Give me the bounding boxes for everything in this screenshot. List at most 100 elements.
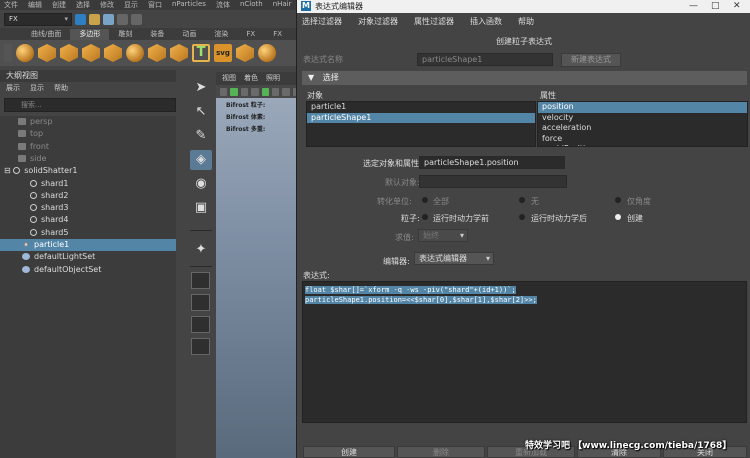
platonic-solid-icon[interactable] xyxy=(170,44,188,62)
outliner-menu-display[interactable]: 展示 xyxy=(6,82,20,95)
menu-attribute-filter[interactable]: 属性过滤器 xyxy=(414,14,454,29)
list-item[interactable]: force xyxy=(538,134,747,145)
editor-type-dropdown[interactable]: 表达式编辑器 xyxy=(414,252,494,265)
wireframe-icon[interactable] xyxy=(282,87,290,96)
poly-torus-icon[interactable] xyxy=(104,44,122,62)
maya-menu-item[interactable]: nHair xyxy=(273,0,292,10)
shelf-tab[interactable]: FX xyxy=(264,29,291,40)
outliner-item[interactable]: front xyxy=(0,141,176,153)
outliner-item[interactable]: shard5 xyxy=(0,227,176,239)
safe-title-icon[interactable] xyxy=(271,87,280,96)
creation-radio[interactable] xyxy=(615,214,621,220)
single-perspective-layout-icon[interactable] xyxy=(191,272,210,289)
new-expression-button[interactable]: 新建表达式 xyxy=(561,53,621,67)
outliner-item[interactable]: particle1 xyxy=(0,239,176,251)
expression-name-field[interactable]: particleShape1 xyxy=(417,53,553,66)
new-scene-icon[interactable] xyxy=(75,13,86,25)
outliner-menu-show[interactable]: 显示 xyxy=(30,82,44,95)
close-icon[interactable]: ✕ xyxy=(733,0,741,13)
separate-icon[interactable] xyxy=(258,44,276,62)
outliner-item[interactable]: ⊟ solidShatter1 xyxy=(0,165,176,177)
list-item[interactable]: velocity xyxy=(538,113,747,124)
runtime-after-radio[interactable] xyxy=(519,214,525,220)
viewport-menu-lighting[interactable]: 照明 xyxy=(266,72,280,85)
shelf-tab[interactable]: FX xyxy=(237,29,264,40)
default-object-field[interactable] xyxy=(419,175,567,188)
create-button[interactable]: 创建 xyxy=(303,446,395,458)
units-none-radio[interactable] xyxy=(519,197,525,203)
selected-object-attr-field[interactable]: particleShape1.position xyxy=(419,156,565,169)
type-tool-icon[interactable]: T xyxy=(192,44,210,62)
mode-selector[interactable]: FX xyxy=(4,12,72,26)
expression-text-area[interactable]: float $shar[]=`xform -q -ws -piv("shard"… xyxy=(302,281,747,423)
outliner-item[interactable]: shard2 xyxy=(0,190,176,202)
menu-select-filter[interactable]: 选择过滤器 xyxy=(302,14,342,29)
grid-icon[interactable] xyxy=(240,87,249,96)
maya-menu-item[interactable]: 流体 xyxy=(216,0,230,10)
shelf-tab[interactable]: 雕刻 xyxy=(109,29,141,40)
selection-section-header[interactable]: ▼ 选择 xyxy=(302,71,747,85)
poly-disc-icon[interactable] xyxy=(148,44,166,62)
outliner-item[interactable]: top xyxy=(0,128,176,140)
svg-tool-icon[interactable]: svg xyxy=(214,44,232,62)
open-scene-icon[interactable] xyxy=(89,13,100,25)
outliner-item[interactable]: persp xyxy=(0,116,176,128)
attributes-list[interactable]: position velocity acceleration force wor… xyxy=(537,101,748,147)
outliner-item[interactable]: defaultLightSet xyxy=(0,251,176,263)
four-view-layout-icon[interactable] xyxy=(191,294,210,311)
poly-cylinder-icon[interactable] xyxy=(60,44,78,62)
runtime-before-radio[interactable] xyxy=(422,214,428,220)
menu-object-filter[interactable]: 对象过滤器 xyxy=(358,14,398,29)
save-scene-icon[interactable] xyxy=(103,13,114,25)
last-tool-icon[interactable]: ✦ xyxy=(190,240,212,260)
poly-plane-icon[interactable] xyxy=(126,44,144,62)
maya-menu-item[interactable]: 选择 xyxy=(76,0,90,10)
maya-menu-item[interactable]: 编辑 xyxy=(28,0,42,10)
outliner-layout-icon[interactable] xyxy=(191,338,210,355)
delete-button[interactable]: 删除 xyxy=(397,446,485,458)
snapshot-icon[interactable] xyxy=(230,87,238,96)
viewport-menu-shading[interactable]: 着色 xyxy=(244,72,258,85)
poly-sphere-icon[interactable] xyxy=(16,44,34,62)
move-tool-icon[interactable]: ◈ xyxy=(190,150,212,170)
menu-help[interactable]: 帮助 xyxy=(518,14,534,29)
objects-list[interactable]: particle1 particleShape1 xyxy=(306,101,536,147)
list-item[interactable]: position xyxy=(538,102,747,113)
menu-insert-functions[interactable]: 插入函数 xyxy=(470,14,502,29)
evaluation-dropdown[interactable]: 始终 xyxy=(418,229,468,242)
shelf-tab[interactable]: 动画 xyxy=(173,29,205,40)
scale-tool-icon[interactable]: ▣ xyxy=(190,198,212,218)
maya-menu-item[interactable]: 修改 xyxy=(100,0,114,10)
shelf-tab[interactable]: 曲线/曲面 xyxy=(22,29,70,40)
camera-icon[interactable] xyxy=(220,87,228,96)
list-item[interactable]: acceleration xyxy=(538,123,747,134)
shelf-tab[interactable]: 多边形 xyxy=(70,29,110,40)
maya-menu-item[interactable]: 文件 xyxy=(4,0,18,10)
resolution-gate-icon[interactable] xyxy=(261,87,269,96)
undo-icon[interactable] xyxy=(117,13,128,25)
two-view-layout-icon[interactable] xyxy=(191,316,210,333)
list-item[interactable]: worldPosition xyxy=(538,144,747,146)
outliner-item[interactable]: shard4 xyxy=(0,214,176,226)
poly-cube-icon[interactable] xyxy=(38,44,56,62)
poly-cone-icon[interactable] xyxy=(82,44,100,62)
redo-icon[interactable] xyxy=(131,13,142,25)
outliner-item[interactable]: shard1 xyxy=(0,178,176,190)
list-item[interactable]: particle1 xyxy=(307,102,535,113)
shelf-tab[interactable]: 装备 xyxy=(141,29,173,40)
combine-icon[interactable] xyxy=(236,44,254,62)
lasso-tool-icon[interactable]: ↖ xyxy=(190,102,212,122)
maya-menu-item[interactable]: nParticles xyxy=(172,0,206,10)
units-all-radio[interactable] xyxy=(422,197,428,203)
viewport-menu-view[interactable]: 视图 xyxy=(222,72,236,85)
list-item[interactable]: particleShape1 xyxy=(307,112,535,123)
maya-menu-item[interactable]: 创建 xyxy=(52,0,66,10)
outliner-item[interactable]: defaultObjectSet xyxy=(0,264,176,276)
film-gate-icon[interactable] xyxy=(251,87,259,96)
rotate-tool-icon[interactable]: ◉ xyxy=(190,174,212,194)
outliner-menu-help[interactable]: 帮助 xyxy=(54,82,68,95)
maya-menu-item[interactable]: 显示 xyxy=(124,0,138,10)
select-tool-icon[interactable]: ➤ xyxy=(190,78,212,98)
minimize-icon[interactable]: — xyxy=(689,0,698,13)
shelf-tab[interactable]: 渲染 xyxy=(205,29,237,40)
